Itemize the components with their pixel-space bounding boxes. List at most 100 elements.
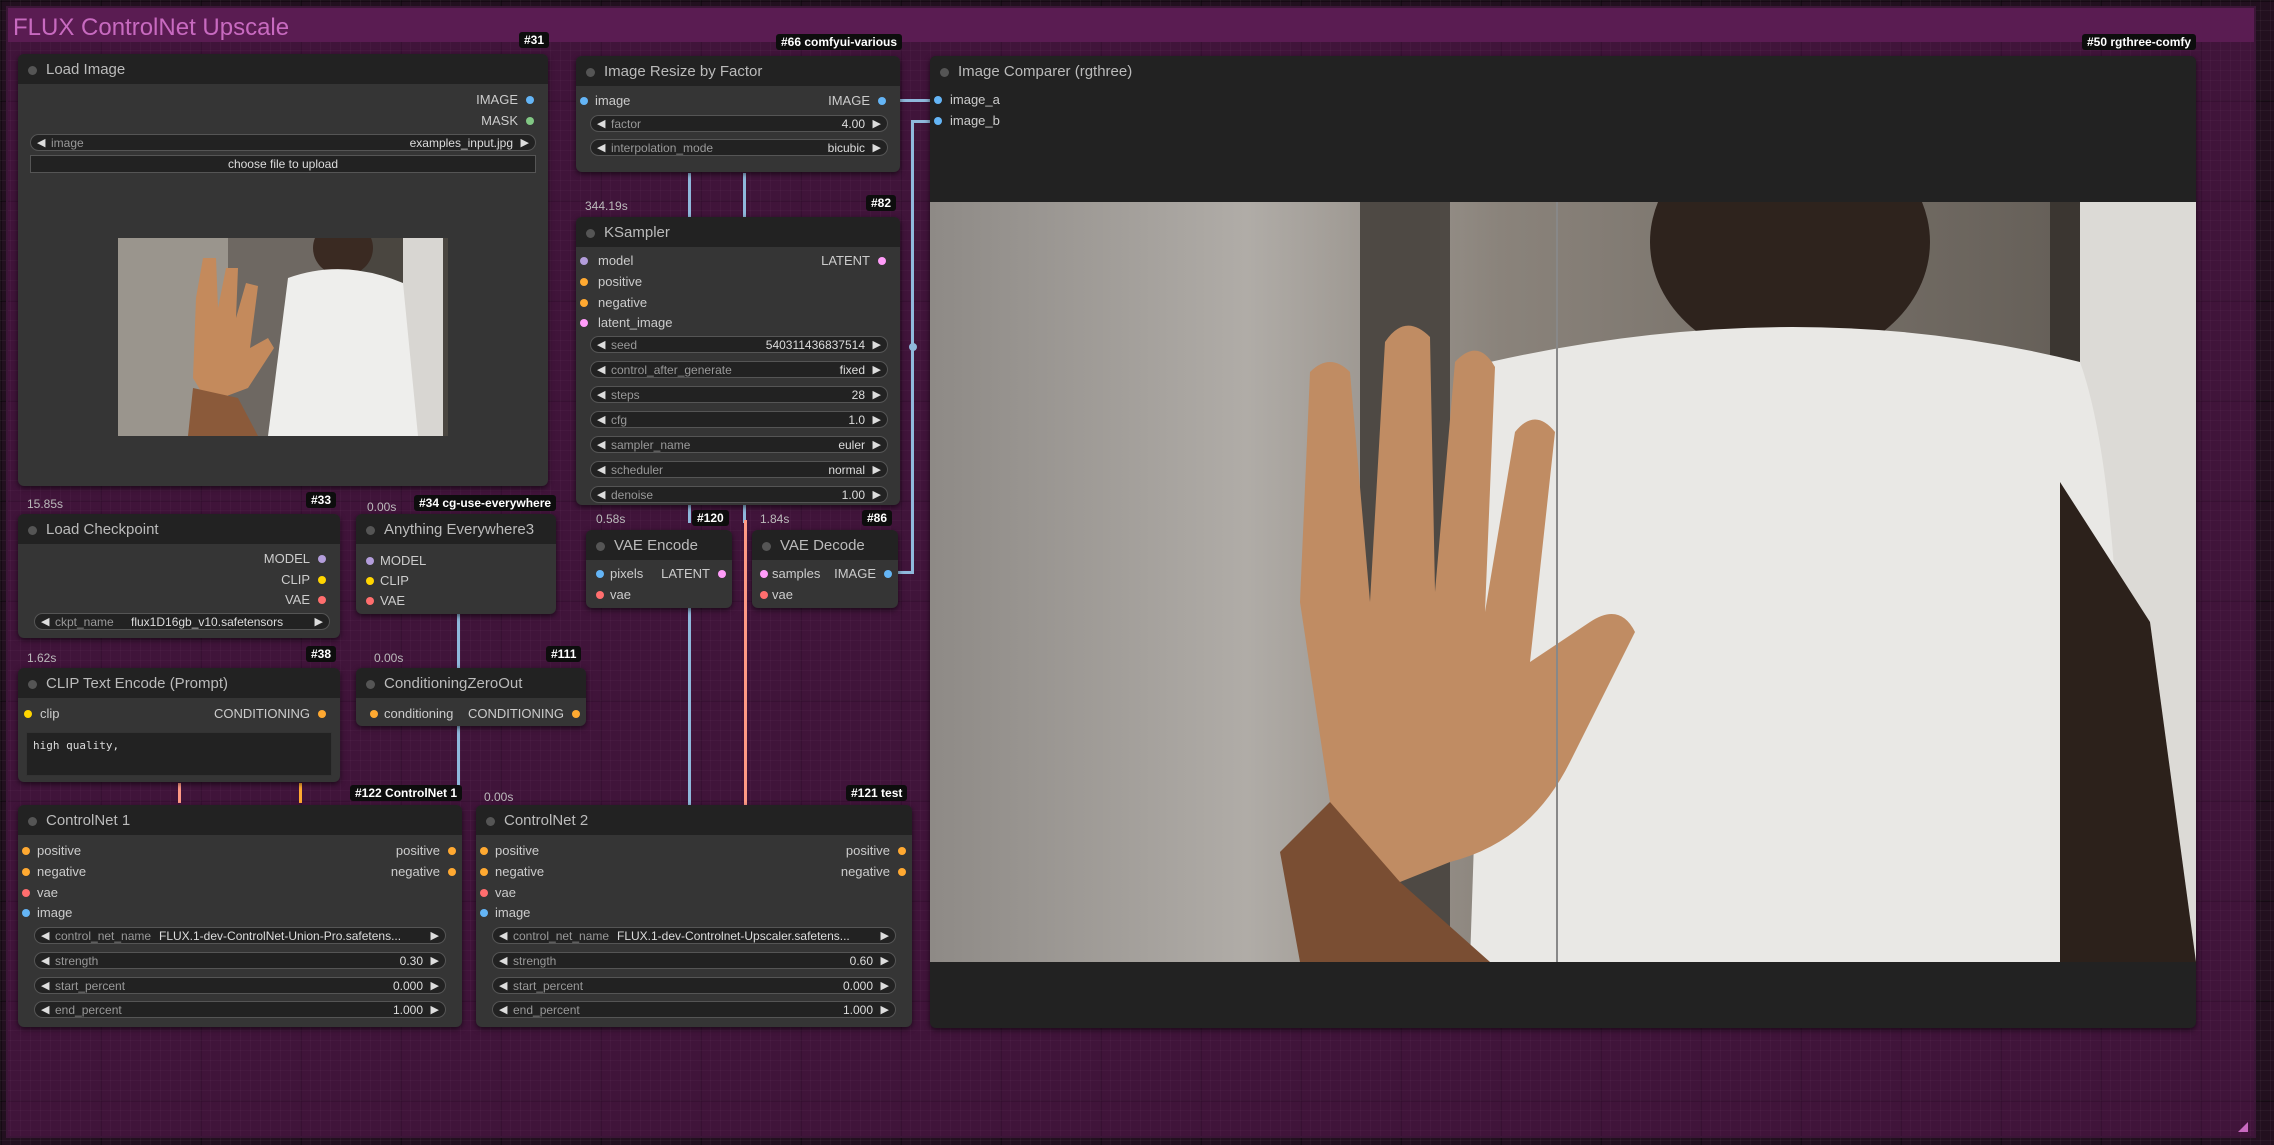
node-vae-encode[interactable]: VAE Encode pixels vae LATENT: [586, 530, 732, 608]
node-load-checkpoint[interactable]: Load Checkpoint MODEL CLIP VAE ◀ ckpt_nam…: [18, 514, 340, 638]
output-positive-slot[interactable]: [448, 847, 456, 855]
control-net-name-widget[interactable]: ◀ control_net_name FLUX.1-dev-ControlNet-U…: [34, 927, 446, 944]
input-image-slot[interactable]: [580, 97, 588, 105]
node-header[interactable]: Load Image: [18, 54, 548, 84]
collapse-dot[interactable]: [486, 817, 495, 826]
factor-widget[interactable]: ◀ factor 4.00 ▶: [590, 115, 888, 132]
collapse-dot[interactable]: [596, 542, 605, 551]
increment-arrow[interactable]: ▶: [431, 979, 439, 992]
input-negative-slot[interactable]: [580, 299, 588, 307]
output-conditioning-slot[interactable]: [318, 710, 326, 718]
input-image-b-slot[interactable]: [934, 117, 942, 125]
input-negative-slot[interactable]: [480, 868, 488, 876]
decrement-arrow[interactable]: ◀: [597, 338, 605, 351]
input-negative-slot[interactable]: [22, 868, 30, 876]
increment-arrow[interactable]: ▶: [873, 117, 881, 130]
node-header[interactable]: Anything Everywhere3: [356, 514, 556, 544]
group-title[interactable]: FLUX ControlNet Upscale: [13, 14, 289, 42]
sampler-name-widget[interactable]: ◀ sampler_name euler ▶: [590, 436, 888, 453]
decrement-arrow[interactable]: ◀: [597, 363, 605, 376]
decrement-arrow[interactable]: ◀: [37, 136, 45, 149]
increment-arrow[interactable]: ▶: [873, 488, 881, 501]
input-vae-slot[interactable]: [366, 597, 374, 605]
node-header[interactable]: VAE Decode: [752, 530, 898, 560]
increment-arrow[interactable]: ▶: [873, 388, 881, 401]
node-header[interactable]: VAE Encode: [586, 530, 732, 560]
increment-arrow[interactable]: ▶: [873, 338, 881, 351]
collapse-dot[interactable]: [366, 526, 375, 535]
start-percent-widget[interactable]: ◀ start_percent 0.000 ▶: [34, 977, 446, 994]
output-image-slot[interactable]: [878, 97, 886, 105]
control-after-generate-widget[interactable]: ◀ control_after_generate fixed ▶: [590, 361, 888, 378]
increment-arrow[interactable]: ▶: [873, 141, 881, 154]
strength-widget[interactable]: ◀ strength 0.60 ▶: [492, 952, 896, 969]
node-image-resize[interactable]: Image Resize by Factor image IMAGE ◀ fact…: [576, 56, 900, 172]
strength-widget[interactable]: ◀ strength 0.30 ▶: [34, 952, 446, 969]
node-header[interactable]: ControlNet 1: [18, 805, 462, 835]
collapse-dot[interactable]: [586, 229, 595, 238]
collapse-dot[interactable]: [940, 68, 949, 77]
end-percent-widget[interactable]: ◀ end_percent 1.000 ▶: [34, 1001, 446, 1018]
upload-button[interactable]: choose file to upload: [30, 155, 536, 173]
input-conditioning-slot[interactable]: [370, 710, 378, 718]
collapse-dot[interactable]: [366, 680, 375, 689]
collapse-dot[interactable]: [586, 68, 595, 77]
increment-arrow[interactable]: ▶: [873, 463, 881, 476]
decrement-arrow[interactable]: ◀: [41, 979, 49, 992]
output-latent-slot[interactable]: [878, 257, 886, 265]
output-positive-slot[interactable]: [898, 847, 906, 855]
increment-arrow[interactable]: ▶: [431, 954, 439, 967]
output-clip-slot[interactable]: [318, 576, 326, 584]
decrement-arrow[interactable]: ◀: [41, 1003, 49, 1016]
end-percent-widget[interactable]: ◀ end_percent 1.000 ▶: [492, 1001, 896, 1018]
start-percent-widget[interactable]: ◀ start_percent 0.000 ▶: [492, 977, 896, 994]
output-negative-slot[interactable]: [448, 868, 456, 876]
control-net-name-widget[interactable]: ◀ control_net_name FLUX.1-dev-Controlnet-U…: [492, 927, 896, 944]
output-latent-slot[interactable]: [718, 570, 726, 578]
input-image-a-slot[interactable]: [934, 96, 942, 104]
seed-widget[interactable]: ◀ seed 540311436837514 ▶: [590, 336, 888, 353]
increment-arrow[interactable]: ▶: [881, 929, 889, 942]
node-header[interactable]: KSampler: [576, 217, 900, 247]
decrement-arrow[interactable]: ◀: [499, 1003, 507, 1016]
node-controlnet-2[interactable]: ControlNet 2 positive negative vae image…: [476, 805, 912, 1027]
output-vae-slot[interactable]: [318, 596, 326, 604]
node-header[interactable]: CLIP Text Encode (Prompt): [18, 668, 340, 698]
node-header[interactable]: ConditioningZeroOut: [356, 668, 586, 698]
output-conditioning-slot[interactable]: [572, 710, 580, 718]
node-ksampler[interactable]: KSampler model positive negative latent_…: [576, 217, 900, 505]
increment-arrow[interactable]: ▶: [315, 615, 323, 628]
input-positive-slot[interactable]: [580, 278, 588, 286]
input-vae-slot[interactable]: [22, 889, 30, 897]
decrement-arrow[interactable]: ◀: [597, 141, 605, 154]
input-model-slot[interactable]: [580, 257, 588, 265]
link-reroute[interactable]: [909, 343, 917, 351]
output-image-slot[interactable]: [884, 570, 892, 578]
collapse-dot[interactable]: [28, 526, 37, 535]
node-vae-decode[interactable]: VAE Decode samples vae IMAGE: [752, 530, 898, 608]
decrement-arrow[interactable]: ◀: [41, 615, 49, 628]
steps-widget[interactable]: ◀ steps 28 ▶: [590, 386, 888, 403]
increment-arrow[interactable]: ▶: [431, 1003, 439, 1016]
input-model-slot[interactable]: [366, 557, 374, 565]
input-image-slot[interactable]: [22, 909, 30, 917]
decrement-arrow[interactable]: ◀: [41, 929, 49, 942]
denoise-widget[interactable]: ◀ denoise 1.00 ▶: [590, 486, 888, 503]
collapse-dot[interactable]: [28, 66, 37, 75]
increment-arrow[interactable]: ▶: [881, 979, 889, 992]
input-clip-slot[interactable]: [366, 577, 374, 585]
output-mask-slot[interactable]: [526, 117, 534, 125]
decrement-arrow[interactable]: ◀: [41, 954, 49, 967]
comparison-image[interactable]: [930, 202, 2196, 962]
decrement-arrow[interactable]: ◀: [597, 438, 605, 451]
decrement-arrow[interactable]: ◀: [597, 117, 605, 130]
increment-arrow[interactable]: ▶: [881, 1003, 889, 1016]
output-model-slot[interactable]: [318, 555, 326, 563]
input-positive-slot[interactable]: [22, 847, 30, 855]
increment-arrow[interactable]: ▶: [873, 363, 881, 376]
input-vae-slot[interactable]: [596, 591, 604, 599]
increment-arrow[interactable]: ▶: [873, 413, 881, 426]
input-vae-slot[interactable]: [760, 591, 768, 599]
node-header[interactable]: Image Resize by Factor: [576, 56, 900, 86]
input-latent-slot[interactable]: [580, 319, 588, 327]
